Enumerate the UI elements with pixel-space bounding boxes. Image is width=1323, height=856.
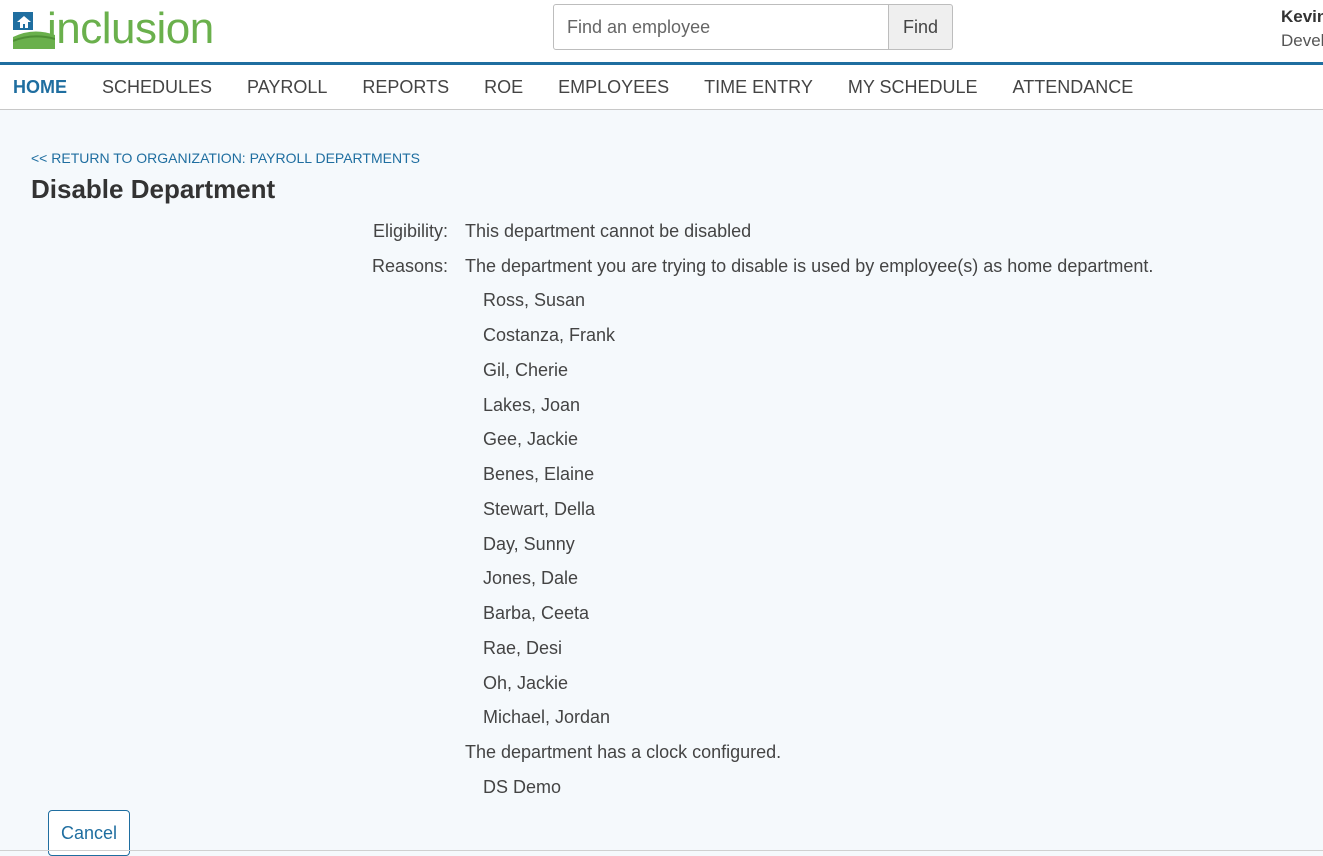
employee-list-item: Michael, Jordan [483, 707, 611, 727]
nav-payroll[interactable]: PAYROLL [247, 77, 327, 98]
eligibility-label: Eligibility: [372, 221, 448, 241]
reason-home-department: The department you are trying to disable… [465, 256, 1154, 276]
employee-search: Find [553, 4, 953, 50]
house-logo-icon [12, 9, 56, 49]
page-title: Disable Department [31, 174, 276, 204]
employee-list-item: Lakes, Joan [483, 395, 581, 415]
nav-attendance[interactable]: ATTENDANCE [1013, 77, 1134, 98]
nav-employees[interactable]: EMPLOYEES [558, 77, 669, 98]
reason-clock-configured: The department has a clock configured. [465, 742, 782, 762]
nav-home[interactable]: HOME [13, 77, 67, 98]
employee-list-item: Jones, Dale [483, 568, 579, 588]
clock-list-item: DS Demo [483, 777, 562, 797]
search-input[interactable] [553, 4, 889, 50]
reasons-label: Reasons: [371, 256, 448, 276]
eligibility-value: This department cannot be disabled [465, 221, 752, 241]
nav-schedules[interactable]: SCHEDULES [102, 77, 212, 98]
find-button[interactable]: Find [889, 4, 953, 50]
nav-time-entry[interactable]: TIME ENTRY [704, 77, 813, 98]
return-to-payroll-departments-link[interactable]: << RETURN TO ORGANIZATION: PAYROLL DEPAR… [31, 150, 420, 166]
employee-list-item: Rae, Desi [483, 638, 563, 658]
employee-list-item: Oh, Jackie [483, 673, 569, 693]
nav-roe[interactable]: ROE [484, 77, 523, 98]
nav-reports[interactable]: REPORTS [362, 77, 449, 98]
nav-my-schedule[interactable]: MY SCHEDULE [848, 77, 978, 98]
divider [0, 850, 1323, 851]
employee-list-item: Barba, Ceeta [483, 603, 590, 623]
employee-list-item: Ross, Susan [483, 290, 586, 310]
employee-list-item: Stewart, Della [483, 499, 596, 519]
employee-list-item: Gee, Jackie [483, 429, 579, 449]
user-name: Kevin [1281, 7, 1323, 26]
user-info[interactable]: Kevin Developer [1281, 5, 1323, 53]
employee-list-item: Costanza, Frank [483, 325, 616, 345]
app-header: inclusion Find Kevin Developer [0, 0, 1323, 65]
employee-list-item: Benes, Elaine [483, 464, 595, 484]
logo-text: inclusion [47, 4, 214, 53]
main-nav: HOME SCHEDULES PAYROLL REPORTS ROE EMPLO… [0, 65, 1323, 110]
employee-list-item: Day, Sunny [483, 534, 575, 554]
inclusion-logo[interactable]: inclusion [12, 4, 214, 53]
user-role: Developer [1281, 31, 1323, 50]
employee-list-item: Gil, Cherie [483, 360, 569, 380]
